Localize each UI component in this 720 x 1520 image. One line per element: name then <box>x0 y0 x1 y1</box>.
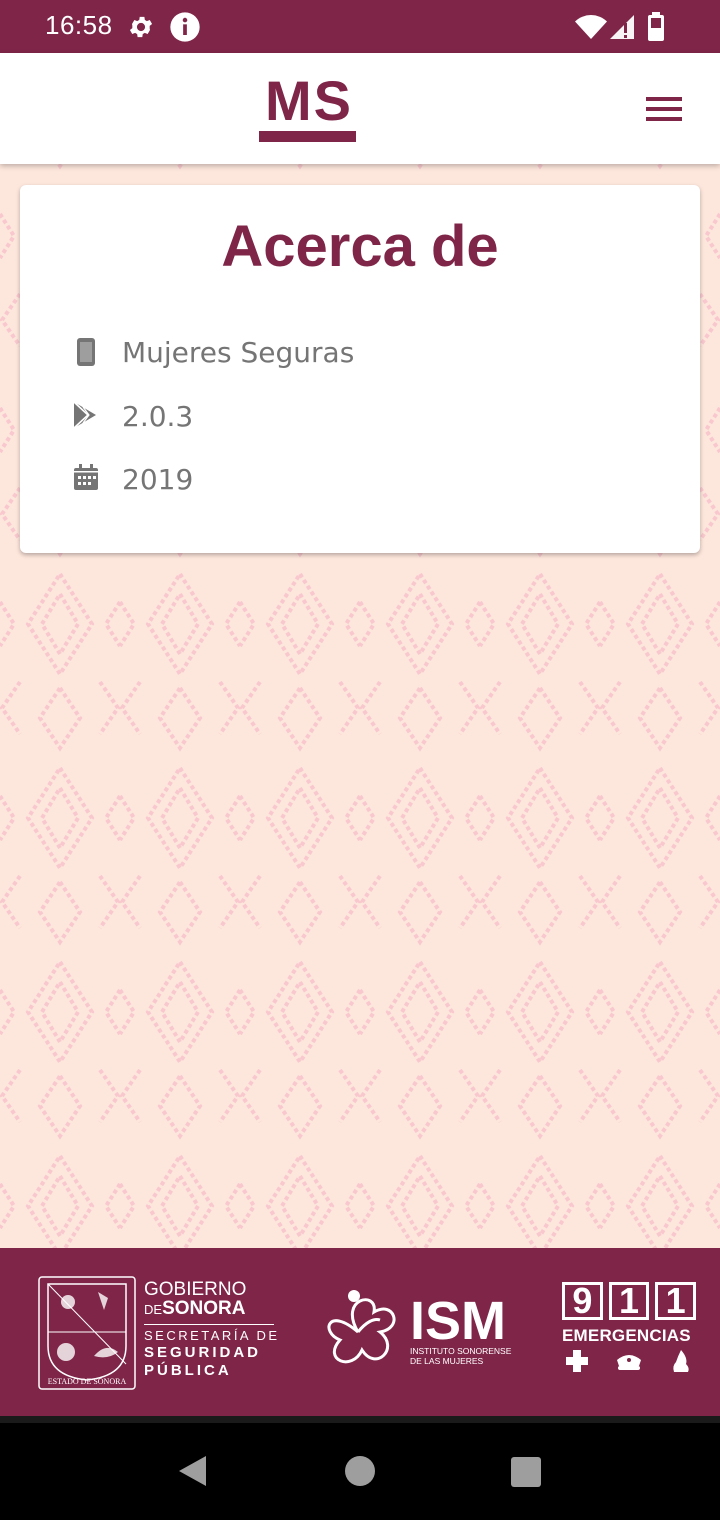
year-text: 2019 <box>122 463 194 496</box>
gear-icon <box>127 13 155 45</box>
emergency-911-logo: 9 1 1 EMERGENCIAS <box>562 1282 697 1374</box>
ism-text: ISM INSTITUTO SONORENSE DE LAS MUJERES <box>410 1291 512 1366</box>
version-text: 2.0.3 <box>122 400 194 433</box>
version-row: 2.0.3 <box>70 399 670 439</box>
secretaria-text: SECRETARÍA DE <box>144 1328 280 1343</box>
medical-cross-icon <box>566 1350 588 1372</box>
page-title: Acerca de <box>221 214 499 279</box>
de-sonora-line: DESONORA <box>144 1299 279 1318</box>
recents-button[interactable] <box>510 1456 542 1492</box>
footer: ESTADO DE SONORA GOBIERNO DESONORA SECRE… <box>0 1248 720 1416</box>
seguridad-text: SEGURIDAD <box>144 1344 262 1361</box>
status-bar: 16:58 <box>0 0 720 53</box>
battery-icon <box>646 12 666 46</box>
app-name-text: Mujeres Seguras <box>122 336 355 369</box>
about-card: Acerca de Mujeres Seguras 2.0.3 2019 <box>20 185 700 553</box>
status-time: 16:58 <box>45 10 113 40</box>
ism-flower-icon <box>318 1288 404 1378</box>
logo-underline <box>259 131 356 142</box>
logo-text: MS <box>265 69 353 132</box>
publica-text: PÚBLICA <box>144 1362 232 1379</box>
app-bar: MS <box>0 53 720 164</box>
calendar-icon <box>70 462 102 494</box>
sonora-seal-icon: ESTADO DE SONORA <box>38 1276 136 1394</box>
digit-1a: 1 <box>608 1282 650 1320</box>
ism-line1: INSTITUTO SONORENSE <box>410 1346 512 1356</box>
ism-acronym: ISM <box>410 1291 507 1351</box>
sonora-text-label: SONORA <box>162 1298 246 1319</box>
play-store-icon <box>70 399 102 431</box>
gobierno-text: GOBIERNO <box>144 1279 247 1300</box>
ism-line2: DE LAS MUJERES <box>410 1356 484 1366</box>
back-button[interactable] <box>176 1454 208 1492</box>
911-digits: 9 1 1 <box>562 1282 697 1320</box>
nav-bar-strip <box>0 1416 720 1423</box>
info-icon <box>169 11 201 47</box>
digit-1b: 1 <box>655 1282 697 1320</box>
de-text: DE <box>144 1302 163 1317</box>
divider <box>144 1324 274 1325</box>
home-button[interactable] <box>344 1455 376 1491</box>
app-logo: MS <box>259 69 359 145</box>
police-hat-icon <box>617 1355 641 1370</box>
system-nav-bar <box>0 1416 720 1520</box>
fire-icon <box>673 1350 689 1372</box>
emergencias-text: EMERGENCIAS <box>562 1326 691 1345</box>
year-row: 2019 <box>70 462 670 502</box>
emergency-icons <box>562 1348 696 1374</box>
sonora-text: GOBIERNO DESONORA SECRETARÍA DE SEGURIDA… <box>144 1280 279 1378</box>
phone-icon <box>70 335 102 367</box>
signal-icon <box>608 14 636 44</box>
hamburger-menu-icon[interactable] <box>640 93 686 125</box>
digit-9: 9 <box>562 1282 603 1320</box>
seal-caption: ESTADO DE SONORA <box>47 1377 127 1386</box>
app-name-row: Mujeres Seguras <box>70 335 670 375</box>
wifi-icon <box>574 14 608 44</box>
